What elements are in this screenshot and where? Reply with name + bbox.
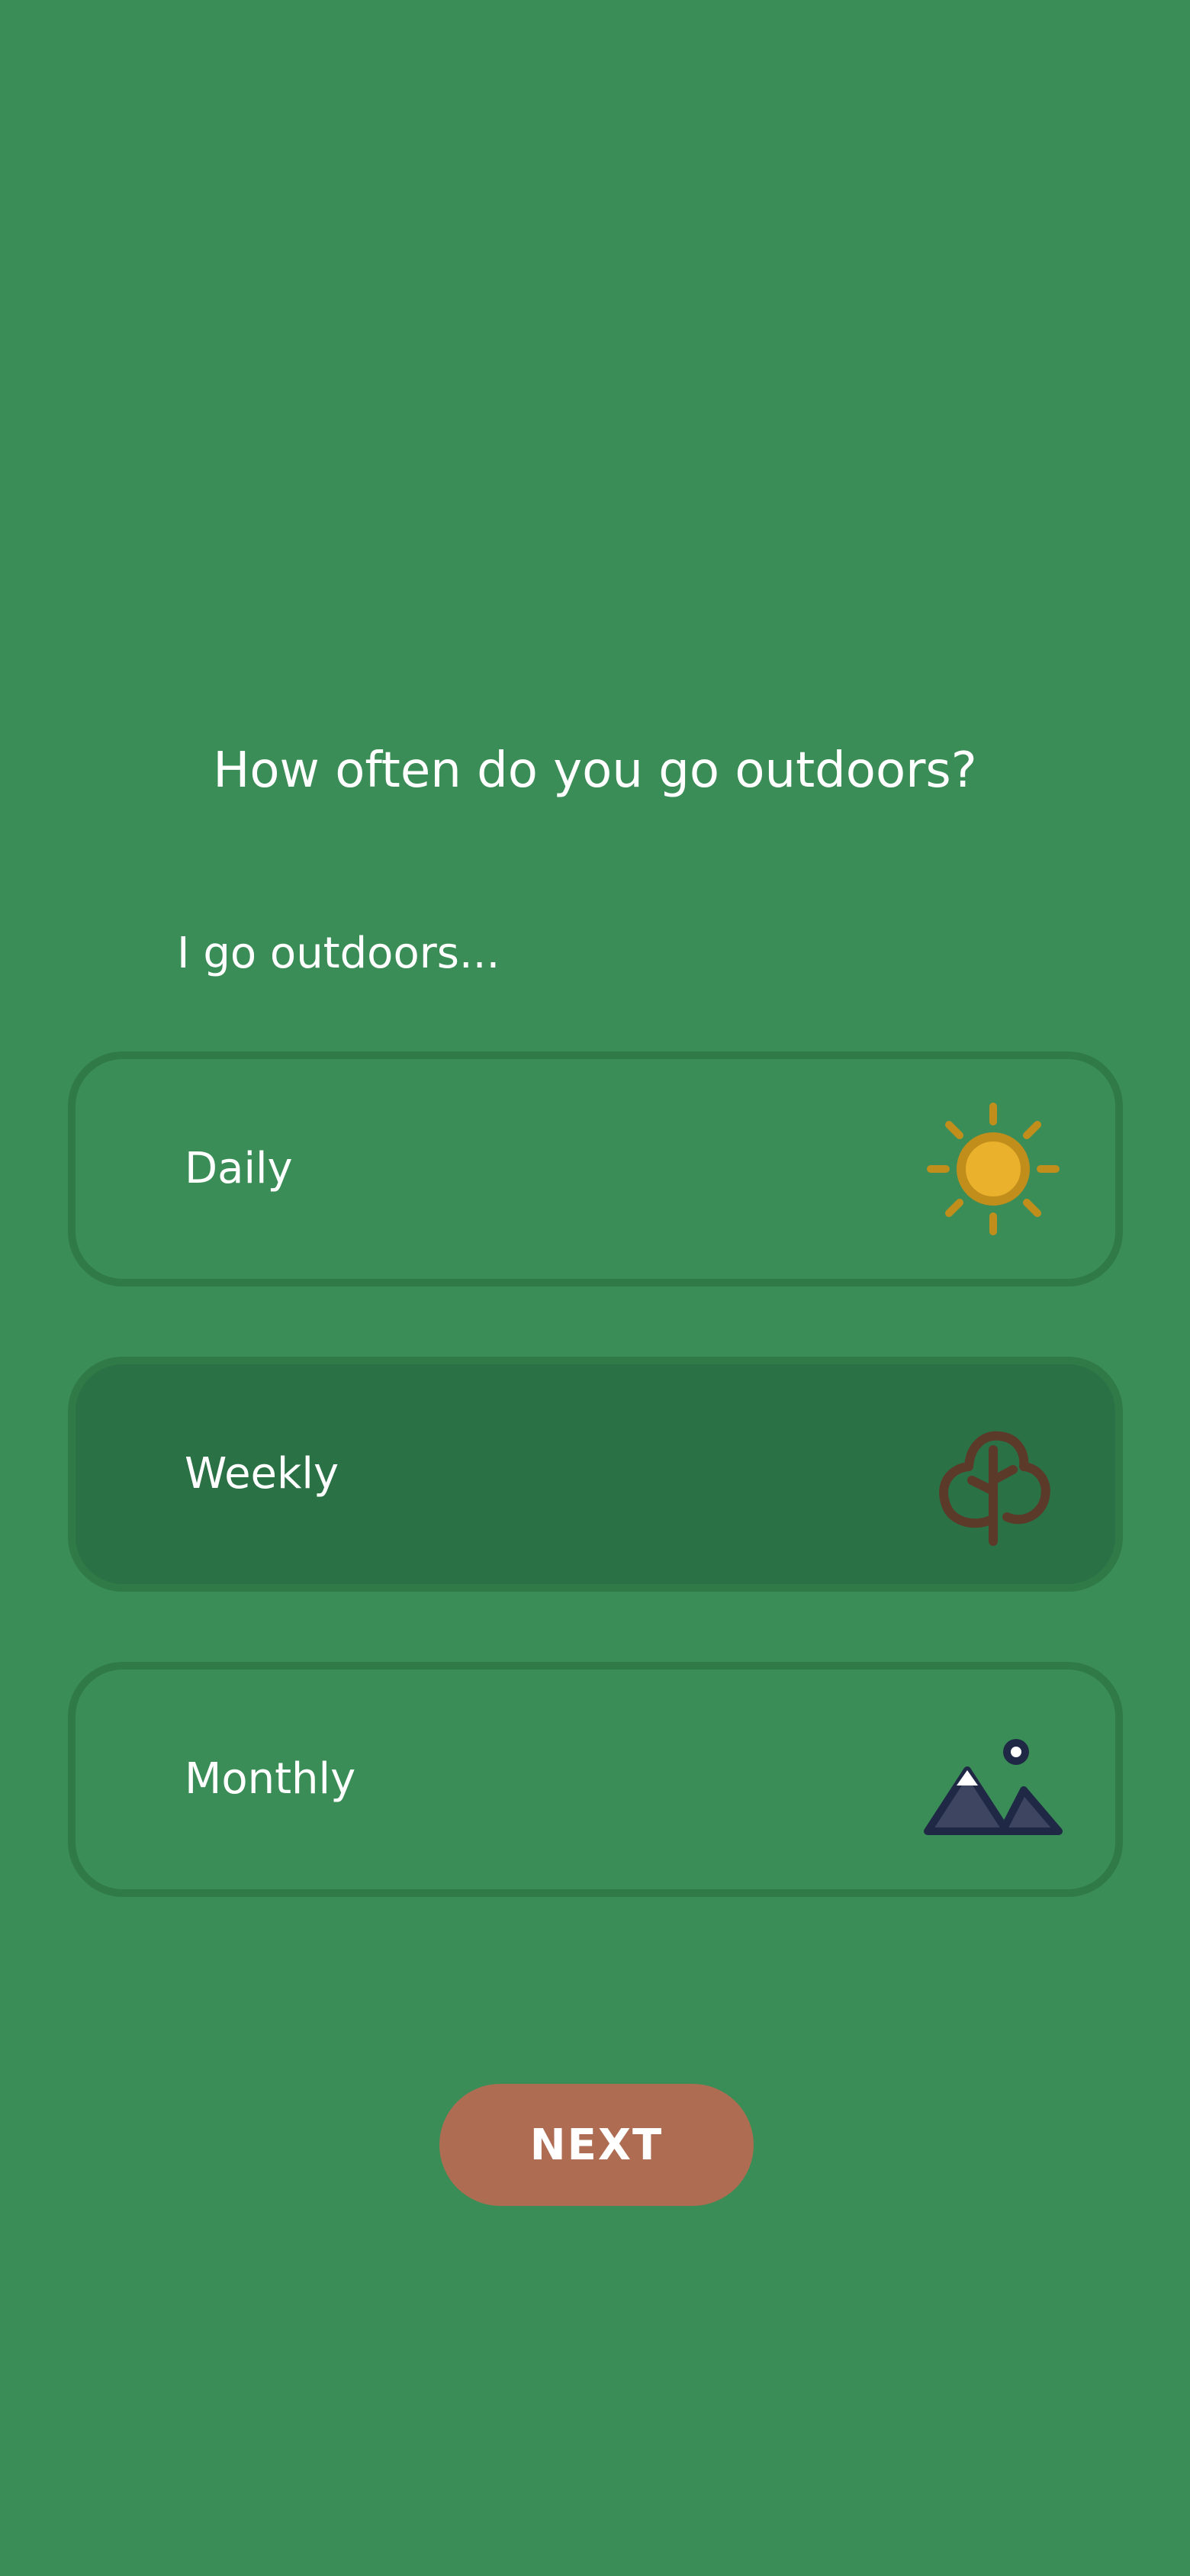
option-monthly[interactable]: Monthly [68, 1662, 1123, 1897]
prompt-text: I go outdoors... [177, 929, 500, 978]
option-weekly[interactable]: Weekly [68, 1357, 1123, 1592]
next-button[interactable]: NEXT [439, 2084, 754, 2206]
option-daily[interactable]: Daily [68, 1051, 1123, 1286]
option-daily-label: Daily [185, 1144, 293, 1193]
tree-icon [939, 1431, 1050, 1546]
option-monthly-label: Monthly [185, 1754, 356, 1804]
option-weekly-label: Weekly [185, 1449, 339, 1499]
question-title: How often do you go outdoors? [213, 742, 977, 799]
sun-icon [927, 1103, 1060, 1235]
mountain-icon [924, 1739, 1063, 1835]
